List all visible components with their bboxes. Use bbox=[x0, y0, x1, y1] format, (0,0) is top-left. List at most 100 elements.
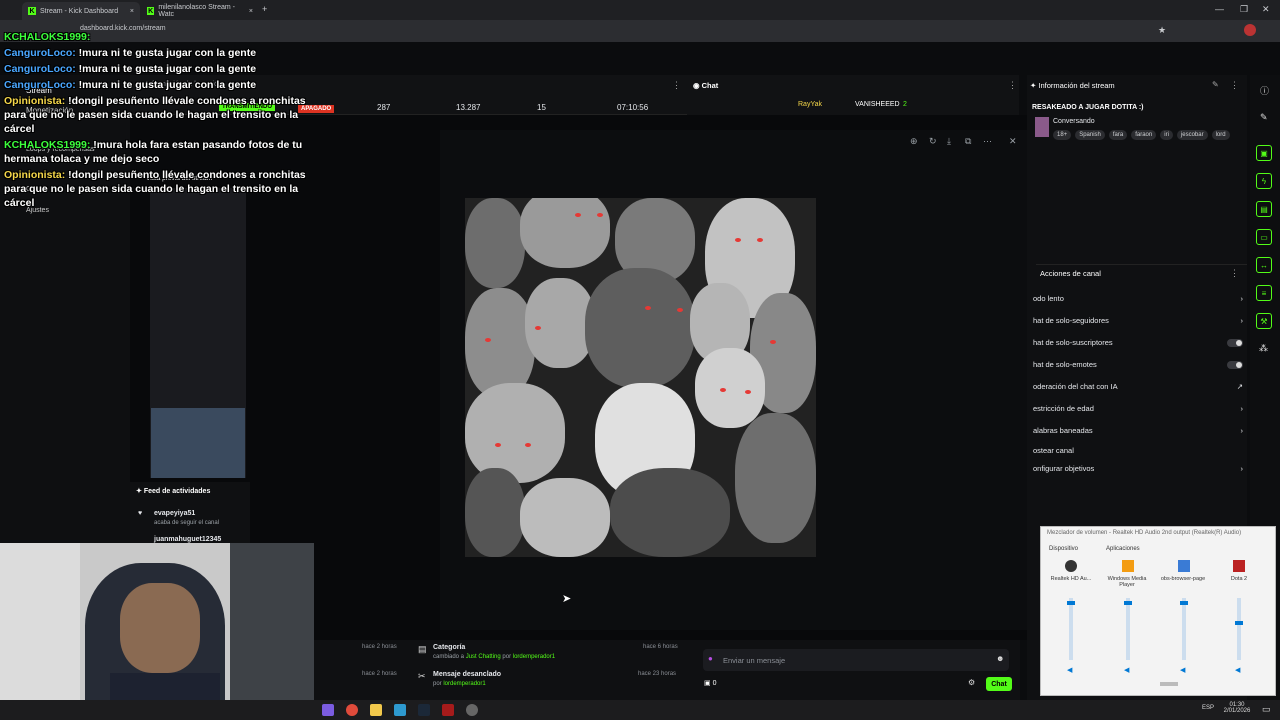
language-indicator[interactable]: ESP bbox=[1202, 705, 1214, 711]
window-close-icon[interactable]: ✕ bbox=[1262, 4, 1270, 15]
volume-slider[interactable] bbox=[1067, 598, 1075, 660]
actions-more-icon[interactable]: ⋮ bbox=[1230, 268, 1239, 279]
preview-webcam-thumb bbox=[151, 408, 245, 478]
tag: jescobar bbox=[1176, 130, 1208, 140]
bookmark-star-icon[interactable]: ★ bbox=[1158, 25, 1166, 36]
action-emotes-only[interactable]: hat de solo-emotes bbox=[1033, 360, 1243, 369]
action-goals[interactable]: onfigurar objetivos › bbox=[1033, 464, 1243, 473]
viewers-count: 287 bbox=[377, 103, 391, 112]
tab-kick-dashboard[interactable]: K Stream - Kick Dashboard × bbox=[22, 2, 140, 20]
overlay-chat-line: Opinionista: !dongil pesuñento llévale c… bbox=[4, 169, 306, 209]
apps-icon[interactable]: ⁂ bbox=[1259, 343, 1268, 354]
rotate-icon[interactable]: ↻ bbox=[929, 136, 937, 147]
chat-user-2[interactable]: VANISHEEED bbox=[855, 101, 900, 108]
action-host-channel[interactable]: ostear canal bbox=[1033, 446, 1243, 455]
edit-icon[interactable]: ✎ bbox=[1212, 80, 1219, 89]
volume-slider[interactable] bbox=[1180, 598, 1188, 660]
activity-user[interactable]: evapeyiya51 bbox=[154, 510, 195, 517]
close-icon[interactable]: × bbox=[249, 8, 253, 15]
folder-icon[interactable] bbox=[370, 704, 382, 716]
action-slow-mode[interactable]: odo lento › bbox=[1033, 294, 1243, 303]
volume-knob[interactable] bbox=[1067, 600, 1075, 605]
chat-message-input[interactable]: Enviar un mensaje bbox=[703, 649, 1009, 671]
tab-stream-watch[interactable]: K milenilanolasco Stream - Watc × bbox=[141, 2, 259, 20]
document-icon[interactable]: ▤ bbox=[1256, 201, 1272, 217]
headphones-icon bbox=[1065, 560, 1077, 572]
kick-icon: K bbox=[147, 7, 155, 15]
more-icon[interactable]: ⋮ bbox=[672, 80, 681, 91]
maximize-icon[interactable]: ❐ bbox=[1240, 4, 1248, 15]
chevron-right-icon: › bbox=[1240, 404, 1244, 413]
speaker-icon[interactable]: ◀ bbox=[1235, 666, 1240, 674]
overlay-chat-line: Opinionista: !dongil pesuñento llévale c… bbox=[4, 95, 306, 135]
volume-knob[interactable] bbox=[1235, 621, 1243, 626]
steam-icon[interactable] bbox=[418, 704, 430, 716]
dota-taskbar-icon[interactable] bbox=[442, 704, 454, 716]
download-icon[interactable]: ⤓ bbox=[947, 136, 951, 147]
heart-icon: ♥ bbox=[138, 510, 143, 517]
bolt-icon[interactable]: ϟ bbox=[1256, 173, 1272, 189]
zoom-in-icon[interactable]: ⊕ bbox=[910, 136, 918, 147]
profile-avatar[interactable] bbox=[1244, 24, 1256, 36]
chat-user-1[interactable]: RayYak bbox=[798, 101, 822, 108]
action-ai-moderation[interactable]: oderación del chat con IA ↗ bbox=[1033, 382, 1243, 391]
chat-users-icon: ▣ bbox=[704, 680, 713, 687]
mouse-cursor: ➤ bbox=[562, 593, 572, 605]
taskbar bbox=[0, 700, 1280, 720]
info-more-icon[interactable]: ⋮ bbox=[1230, 80, 1239, 91]
wrench-icon[interactable]: ⚒ bbox=[1256, 313, 1272, 329]
edit-pen-icon[interactable]: ✎ bbox=[1260, 112, 1268, 123]
tag-list: 18+ Spanish fara faraon iri jescobar lor… bbox=[1053, 130, 1230, 140]
mixer-apps-label: Aplicaciones bbox=[1106, 546, 1140, 552]
subs-only-toggle[interactable] bbox=[1227, 338, 1243, 347]
action-age-restriction[interactable]: estricción de edad › bbox=[1033, 404, 1243, 413]
discord-icon[interactable] bbox=[322, 704, 334, 716]
emoji-icon[interactable]: ☻ bbox=[996, 654, 1004, 663]
mixer-app-label: Dota 2 bbox=[1230, 576, 1248, 582]
action-subs-only[interactable]: hat de solo-suscriptores bbox=[1033, 338, 1243, 347]
mixer-app-label: Realtek HD Au... bbox=[1050, 576, 1092, 582]
open-external-icon[interactable]: ⧉ bbox=[965, 136, 971, 147]
speaker-icon[interactable]: ◀ bbox=[1067, 666, 1072, 674]
obs-icon[interactable] bbox=[466, 704, 478, 716]
chrome-icon[interactable] bbox=[346, 704, 358, 716]
volume-slider[interactable] bbox=[1235, 598, 1243, 660]
action-banned-words[interactable]: alabras baneadas › bbox=[1033, 426, 1243, 435]
new-tab-icon[interactable]: + bbox=[262, 4, 267, 14]
emote-icon[interactable]: ● bbox=[708, 654, 713, 663]
webcam-feed bbox=[0, 543, 314, 720]
minimize-icon[interactable]: — bbox=[1215, 4, 1224, 14]
overlay-chat-line: KCHALOKS1999: bbox=[4, 31, 91, 43]
overlay-chat-line: CanguroLoco: !mura ni te gusta jugar con… bbox=[4, 47, 257, 59]
chat-more-icon[interactable]: ⋮ bbox=[1008, 80, 1017, 91]
activity-text: acaba de seguir el canal bbox=[154, 520, 220, 526]
close-icon[interactable]: × bbox=[130, 8, 134, 15]
speaker-icon[interactable]: ◀ bbox=[1124, 666, 1129, 674]
feed-detail: cambiado a Just Chatting por lordemperad… bbox=[433, 654, 556, 660]
activity-user[interactable]: juanmahuguet12345 bbox=[154, 536, 221, 543]
more-options-icon[interactable]: ⋯ bbox=[983, 136, 992, 147]
volume-slider[interactable] bbox=[1124, 598, 1132, 660]
notifications-icon[interactable]: ▭ bbox=[1262, 704, 1271, 715]
video-icon[interactable]: ▣ bbox=[1256, 145, 1272, 161]
resize-icon[interactable]: ↔ bbox=[1256, 257, 1272, 273]
action-followers-only[interactable]: hat de solo-seguidores › bbox=[1033, 316, 1243, 325]
volume-knob[interactable] bbox=[1180, 600, 1188, 605]
volume-knob[interactable] bbox=[1124, 600, 1132, 605]
emotes-only-toggle[interactable] bbox=[1227, 360, 1243, 369]
mixer-scrollbar[interactable] bbox=[1160, 682, 1178, 686]
speaker-icon[interactable]: ◀ bbox=[1180, 666, 1185, 674]
overlay-chat: KCHALOKS1999: CanguroLoco: !mura ni te g… bbox=[4, 30, 314, 212]
channel-actions-panel bbox=[1036, 264, 1247, 524]
store-icon[interactable] bbox=[394, 704, 406, 716]
clock[interactable]: 01:30 2/01/2026 bbox=[1222, 702, 1252, 714]
info-icon[interactable]: ⓘ bbox=[1260, 84, 1269, 97]
settings-gear-icon[interactable]: ⚙ bbox=[968, 678, 975, 687]
chat-bubble-icon[interactable]: ▭ bbox=[1256, 229, 1272, 245]
send-chat-button[interactable]: Chat bbox=[986, 677, 1012, 691]
stream-info-title: Información del stream bbox=[1038, 81, 1115, 90]
list-icon[interactable]: ≡ bbox=[1256, 285, 1272, 301]
session-time: 07:10:56 bbox=[617, 103, 649, 112]
chat-title: Chat bbox=[701, 81, 719, 90]
modal-close-icon[interactable]: ✕ bbox=[1009, 136, 1017, 147]
